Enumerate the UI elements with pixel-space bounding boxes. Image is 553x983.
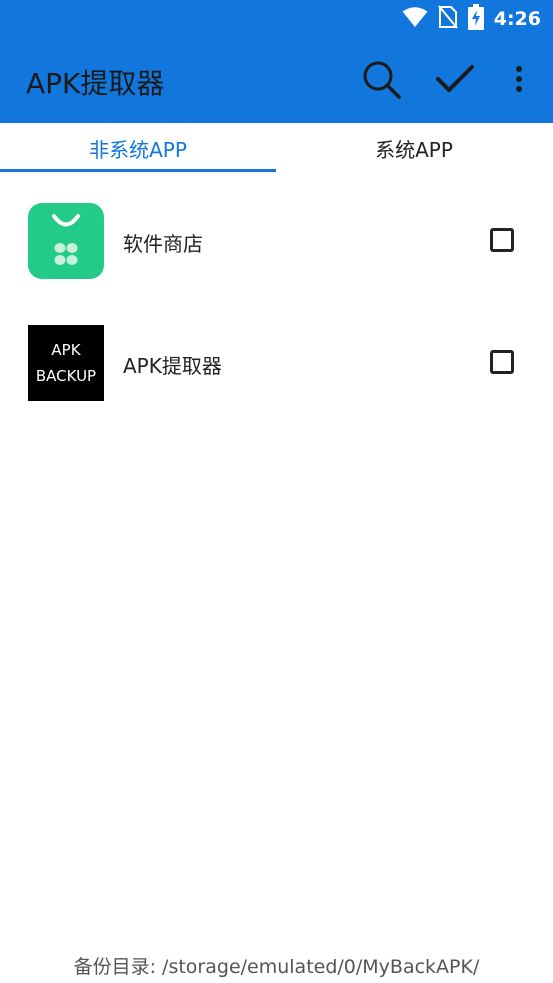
app-list: 软件商店 APK BACKUP APK提取器 [0, 173, 553, 417]
backup-directory-label: 备份目录: /storage/emulated/0/MyBackAPK/ [73, 956, 480, 978]
icon-text: APK [51, 341, 81, 359]
tab-system-apps[interactable]: 系统APP [276, 123, 552, 173]
wifi-icon [402, 6, 428, 32]
battery-charging-icon [467, 4, 484, 34]
more-options-button[interactable] [496, 58, 542, 104]
app-name: APK提取器 [123, 354, 222, 378]
confirm-button[interactable] [432, 58, 478, 104]
more-vert-icon [515, 65, 523, 97]
tab-non-system-apps[interactable]: 非系统APP [0, 123, 276, 173]
icon-text: BACKUP [35, 367, 97, 385]
search-icon [361, 59, 401, 103]
status-icons: 4:26 [402, 4, 541, 34]
tab-label: 系统APP [375, 137, 453, 162]
no-sim-icon [437, 5, 458, 33]
screen: 4:26 APK提取器 非系统APP 系统APP 软件商店 APK BACKUP… [0, 0, 553, 983]
tab-indicator [0, 169, 276, 172]
check-icon [435, 63, 475, 99]
status-bar: 4:26 [0, 0, 553, 38]
app-store-icon [28, 203, 104, 279]
tab-bar: 非系统APP 系统APP [0, 123, 553, 173]
status-time: 4:26 [493, 8, 541, 30]
app-name: 软件商店 [123, 232, 203, 256]
app-bar: APK提取器 [0, 38, 553, 123]
list-item[interactable]: APK BACKUP APK提取器 [0, 295, 553, 417]
app-checkbox[interactable] [490, 228, 514, 252]
app-checkbox[interactable] [490, 350, 514, 374]
list-item[interactable]: 软件商店 [0, 173, 553, 295]
tab-label: 非系统APP [89, 137, 187, 162]
apk-backup-icon: APK BACKUP [28, 325, 104, 401]
app-title: APK提取器 [26, 67, 165, 100]
search-button[interactable] [358, 58, 404, 104]
